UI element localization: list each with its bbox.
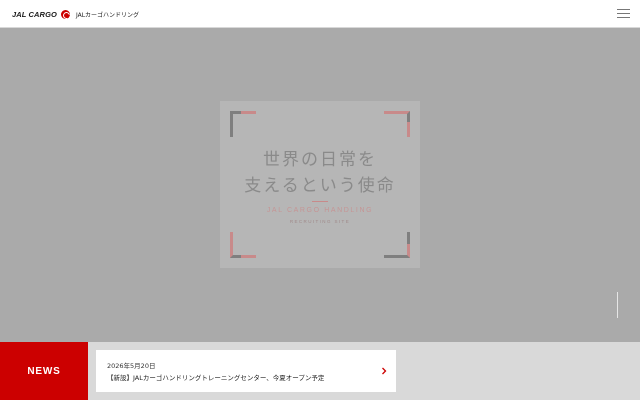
news-label: NEWS (0, 342, 88, 400)
menu-bar (617, 9, 630, 10)
hero-title-card: 世界の日常を 支えるという使命 JAL CARGO HANDLING RECRU… (220, 101, 420, 268)
hero-tagline-line1: 世界の日常を (263, 150, 377, 170)
frame-corner-top-left (230, 111, 256, 137)
hero-subsubtitle: RECRUITING SITE (289, 219, 351, 224)
news-label-text: NEWS (27, 365, 61, 377)
tsuru-crane-icon (60, 9, 70, 19)
chevron-right-icon (382, 367, 387, 375)
hamburger-menu-icon[interactable] (617, 8, 630, 20)
news-date: 2026年5月20日 (107, 362, 156, 370)
company-name: JALカーゴハンドリング (75, 11, 140, 19)
jal-cargo-wordmark: JAL CARGO (12, 9, 57, 19)
menu-bar (617, 13, 630, 14)
frame-corner-top-right (384, 111, 410, 137)
hero-tagline-line2: 支えるという使命 (244, 176, 396, 196)
frame-corner-bottom-right (384, 232, 410, 258)
news-title: 【新設】JALカーゴハンドリングトレーニングセンター、今夏オープン予定 (107, 374, 325, 382)
site-header: JAL CARGO JALカーゴハンドリング (0, 0, 640, 28)
hero-section: 世界の日常を 支えるという使命 JAL CARGO HANDLING RECRU… (0, 28, 640, 342)
scroll-indicator (617, 292, 618, 318)
news-bar: NEWS 2026年5月20日 【新設】JALカーゴハンドリングトレーニングセン… (0, 342, 640, 400)
frame-corner-bottom-left (230, 232, 256, 258)
news-item[interactable]: 2026年5月20日 【新設】JALカーゴハンドリングトレーニングセンター、今夏… (96, 350, 396, 392)
title-divider (312, 201, 328, 202)
menu-bar (617, 17, 630, 18)
brand-logo[interactable]: JAL CARGO JALカーゴハンドリング (12, 8, 139, 20)
hero-subtitle: JAL CARGO HANDLING (266, 207, 374, 214)
